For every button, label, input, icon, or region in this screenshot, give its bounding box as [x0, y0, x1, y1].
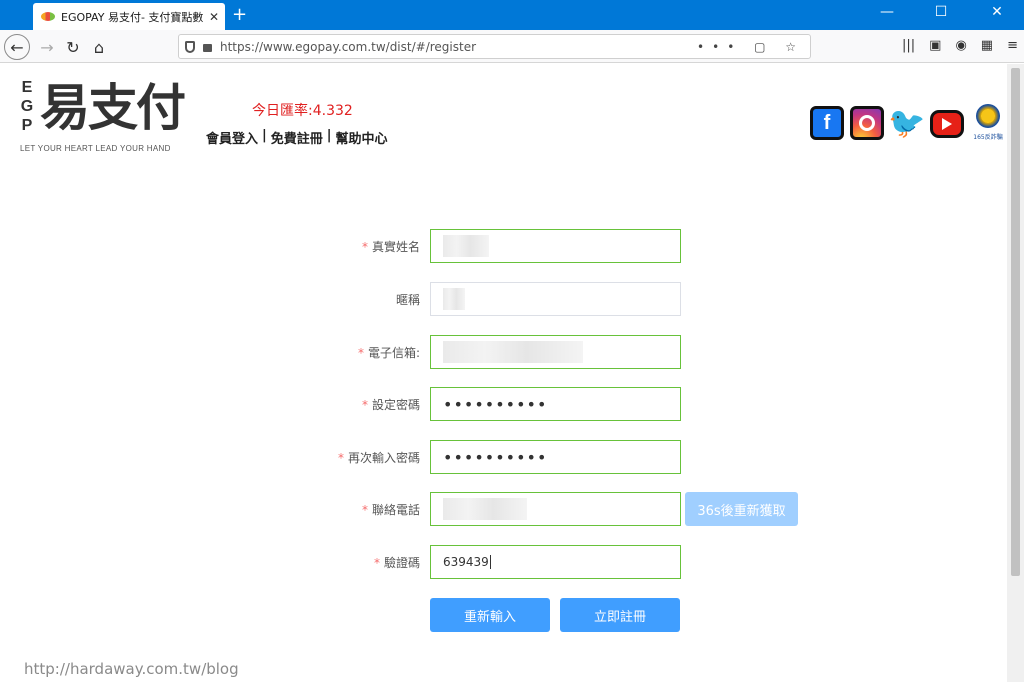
nav-separator: |	[262, 128, 267, 143]
verification-code-input[interactable]: 639439	[430, 545, 681, 579]
logo-letters: E G P	[20, 79, 34, 134]
page-actions-icons[interactable]: ••• ▢ ☆	[697, 40, 804, 54]
register-link[interactable]: 免費註冊	[271, 128, 323, 147]
lock-icon[interactable]	[203, 43, 212, 52]
form-row-verification-code: * 驗證碼 639439	[330, 545, 800, 579]
redacted-value	[443, 498, 527, 520]
password-label: * 設定密碼	[361, 398, 420, 412]
password-input[interactable]: ••••••••••	[430, 387, 681, 421]
menu-icon[interactable]: ≡	[1007, 38, 1018, 53]
tab-title: EGOPAY 易支付- 支付寶點數代	[61, 10, 203, 24]
browser-navbar: ← → ↻ ⌂ https://www.egopay.com.tw/dist/#…	[0, 30, 1024, 63]
account-icon[interactable]: ◉	[955, 38, 966, 53]
window-titlebar: EGOPAY 易支付- 支付寶點數代 ✕ + — ☐ ✕	[0, 0, 1024, 30]
egopay-favicon-icon	[41, 12, 55, 21]
maximize-window-button[interactable]: ☐	[918, 4, 964, 20]
back-arrow-icon[interactable]: ←	[4, 34, 30, 60]
form-row-password: * 設定密碼 ••••••••••	[330, 387, 800, 421]
browser-tab[interactable]: EGOPAY 易支付- 支付寶點數代 ✕	[33, 3, 225, 30]
anti-fraud-165-badge[interactable]: 165反詐騙	[972, 104, 1004, 144]
register-submit-button[interactable]: 立即註冊	[560, 598, 680, 632]
form-row-email: * 電子信箱:	[330, 335, 800, 369]
confirm-password-input[interactable]: ••••••••••	[430, 440, 681, 474]
nav-separator: |	[326, 128, 332, 143]
help-center-link[interactable]: 幫助中心	[336, 128, 388, 147]
twitter-icon[interactable]: 🐦	[888, 106, 925, 140]
form-row-confirm-password: * 再次輸入密碼 ••••••••••	[330, 440, 800, 474]
youtube-icon[interactable]	[930, 110, 964, 138]
form-row-nickname: 暱稱	[330, 282, 800, 316]
redacted-value	[443, 341, 583, 363]
library-icon[interactable]: |||	[902, 38, 915, 53]
close-tab-icon[interactable]: ✕	[209, 10, 219, 24]
tracking-shield-icon[interactable]	[185, 40, 195, 53]
email-input[interactable]	[430, 335, 681, 369]
forward-arrow-icon[interactable]: →	[34, 34, 60, 60]
phone-label: * 聯絡電話	[361, 503, 420, 517]
nickname-input[interactable]	[430, 282, 681, 316]
nickname-label: 暱稱	[395, 293, 420, 307]
real-name-input[interactable]	[430, 229, 681, 263]
real-name-label: * 真實姓名	[361, 240, 420, 254]
redacted-value	[443, 235, 489, 257]
close-window-button[interactable]: ✕	[974, 4, 1020, 20]
page-content: E G P 易支付 LET YOUR HEART LEAD YOUR HAND …	[0, 64, 1007, 682]
verification-code-label: * 驗證碼	[373, 556, 420, 570]
vertical-scrollbar[interactable]	[1007, 64, 1024, 682]
text-caret	[489, 555, 491, 569]
police-emblem-icon	[976, 104, 1000, 128]
sidebar-icon[interactable]: ▣	[929, 38, 941, 53]
address-bar[interactable]: https://www.egopay.com.tw/dist/#/registe…	[178, 34, 811, 59]
blog-watermark: http://hardaway.com.tw/blog	[24, 660, 239, 678]
login-link[interactable]: 會員登入	[206, 128, 258, 147]
logo-text: 易支付	[40, 79, 186, 137]
confirm-password-label: * 再次輸入密碼	[337, 451, 420, 465]
form-row-phone: * 聯絡電話 36s後重新獲取	[330, 492, 800, 526]
logo-slogan: LET YOUR HEART LEAD YOUR HAND	[20, 144, 171, 153]
reset-button[interactable]: 重新輸入	[430, 598, 550, 632]
scrollbar-thumb[interactable]	[1011, 68, 1020, 576]
reload-icon[interactable]: ↻	[60, 34, 86, 60]
redacted-value	[443, 288, 465, 310]
phone-input[interactable]	[430, 492, 681, 526]
egopay-logo[interactable]: E G P 易支付 LET YOUR HEART LEAD YOUR HAND	[20, 78, 188, 158]
facebook-icon[interactable]: f	[810, 106, 844, 140]
exchange-rate: 今日匯率:4.332	[252, 103, 353, 119]
form-row-real-name: * 真實姓名	[330, 229, 800, 263]
browser-toolbar-right: ||| ▣ ◉ ▦ ≡	[902, 38, 1018, 53]
home-icon[interactable]: ⌂	[86, 34, 112, 60]
instagram-icon[interactable]	[850, 106, 884, 140]
badge-text: 165反詐騙	[973, 134, 1003, 141]
resend-code-button[interactable]: 36s後重新獲取	[685, 492, 798, 526]
new-tab-button[interactable]: +	[232, 5, 247, 25]
email-label: * 電子信箱:	[357, 346, 420, 360]
url-text[interactable]: https://www.egopay.com.tw/dist/#/registe…	[220, 40, 697, 54]
top-navigation: 會員登入 | 免費註冊 | 幫助中心	[206, 128, 388, 147]
minimize-window-button[interactable]: —	[864, 4, 910, 20]
extensions-icon[interactable]: ▦	[981, 38, 993, 53]
